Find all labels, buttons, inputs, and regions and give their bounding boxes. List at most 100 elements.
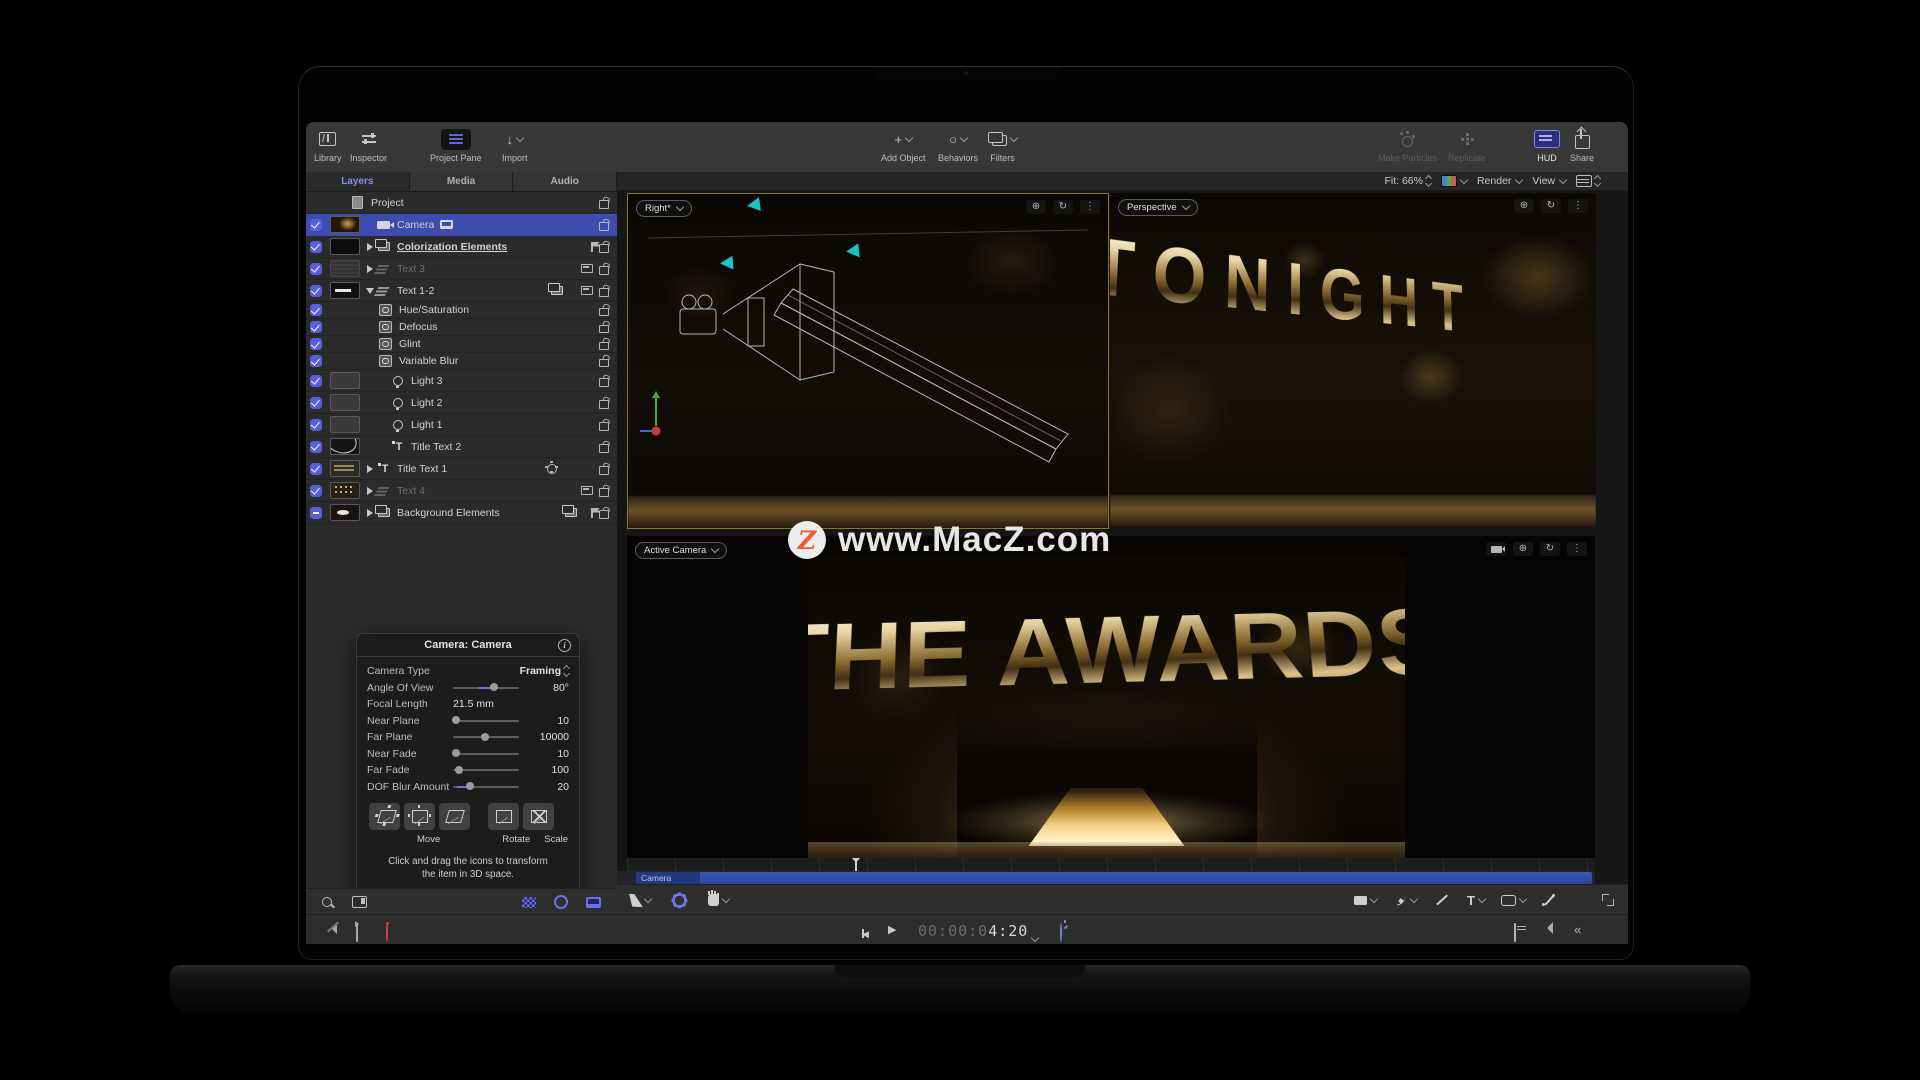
flag-icon[interactable] xyxy=(591,508,593,518)
lock-icon[interactable] xyxy=(599,466,609,475)
near-plane-slider[interactable] xyxy=(453,720,519,722)
layer-row-text-4[interactable]: Text 4 xyxy=(306,480,617,502)
adjust-tool[interactable] xyxy=(673,894,686,907)
render-menu[interactable]: Render xyxy=(1477,175,1522,187)
camera-handle-icon[interactable] xyxy=(746,197,761,213)
timecode-display[interactable]: 00:00:04:20 xyxy=(918,922,1028,940)
move-xy-handle[interactable] xyxy=(369,803,400,830)
viewport-menu-active-camera[interactable]: Active Camera xyxy=(635,542,727,559)
mask-rect-tool[interactable] xyxy=(1501,895,1526,906)
record-icon[interactable] xyxy=(386,924,396,934)
screen-icon[interactable] xyxy=(581,286,593,295)
show-filters-icon[interactable] xyxy=(586,897,601,908)
search-icon[interactable] xyxy=(322,897,332,907)
hud-toggle-icon[interactable] xyxy=(1514,924,1524,934)
screen-icon[interactable] xyxy=(581,486,593,495)
layer-row-glint[interactable]: Glint xyxy=(306,336,617,353)
layer-row-light-1[interactable]: Light 1 xyxy=(306,414,617,436)
pan-tool[interactable] xyxy=(708,894,729,906)
disclosure-triangle-icon[interactable] xyxy=(367,243,373,251)
timeline-expand-button[interactable] xyxy=(1602,894,1614,906)
layer-row-light-3[interactable]: Light 3 xyxy=(306,370,617,392)
camera-type-value[interactable]: Framing xyxy=(520,665,561,677)
lock-icon[interactable] xyxy=(599,244,609,253)
layer-row-text-3[interactable]: Text 3 xyxy=(306,258,617,280)
select-tool[interactable] xyxy=(631,894,651,907)
stepper-icon[interactable] xyxy=(1426,176,1431,186)
lock-icon[interactable] xyxy=(599,444,609,453)
layer-row-background-elements[interactable]: Background Elements xyxy=(306,502,617,524)
make-particles-button[interactable]: Make Particles xyxy=(1378,128,1437,163)
lock-icon[interactable] xyxy=(599,222,609,231)
flag-icon[interactable] xyxy=(591,242,593,252)
layer-row-project[interactable]: Project xyxy=(306,192,617,214)
visibility-checkbox[interactable] xyxy=(310,375,322,387)
position-icon[interactable]: ⊕ xyxy=(1514,199,1534,213)
mask-bezier-tool[interactable] xyxy=(1542,894,1556,906)
visibility-checkbox[interactable] xyxy=(310,485,322,497)
visibility-checkbox[interactable] xyxy=(310,338,322,350)
tab-media[interactable]: Media xyxy=(410,172,514,191)
lock-icon[interactable] xyxy=(599,308,609,317)
visibility-checkbox[interactable] xyxy=(310,355,322,367)
camera-handle-icon[interactable] xyxy=(720,256,734,271)
add-object-button[interactable]: + Add Object xyxy=(881,128,926,163)
position-icon[interactable]: ⊕ xyxy=(1026,200,1046,214)
far-plane-slider[interactable] xyxy=(453,736,519,738)
lock-icon[interactable] xyxy=(599,422,609,431)
layer-row-title-text-1[interactable]: T Title Text 1 xyxy=(306,458,617,480)
viewport-perspective[interactable]: Perspective ⊕ ↻ ⋮ TONIGHT xyxy=(1110,193,1596,527)
visibility-checkbox[interactable] xyxy=(310,463,322,475)
stepper-icon[interactable] xyxy=(1595,176,1600,186)
layout-control[interactable] xyxy=(1576,175,1600,187)
orbit-icon[interactable]: ↻ xyxy=(1053,200,1073,214)
disclosure-triangle-icon[interactable] xyxy=(367,465,373,473)
angle-of-view-slider[interactable] xyxy=(453,687,519,689)
layer-row-variable-blur[interactable]: Variable Blur xyxy=(306,353,617,370)
disclosure-triangle-icon[interactable] xyxy=(367,509,373,517)
orbit-icon[interactable]: ↻ xyxy=(1540,542,1560,556)
view-menu[interactable]: View xyxy=(1532,175,1566,187)
speaker-icon[interactable] xyxy=(1544,924,1554,934)
timeline-ruler[interactable] xyxy=(627,858,1595,871)
layer-row-defocus[interactable]: Defocus xyxy=(306,319,617,336)
viewport-right-ortho[interactable]: Right* ⊕ ↻ ⋮ xyxy=(627,193,1109,529)
dof-blur-slider[interactable] xyxy=(453,786,519,788)
viewport-menu-perspective[interactable]: Perspective xyxy=(1118,199,1198,216)
share-button[interactable]: Share xyxy=(1570,128,1594,163)
camera-handle-icon[interactable] xyxy=(845,243,859,258)
visibility-checkbox[interactable] xyxy=(310,241,322,253)
lock-icon[interactable] xyxy=(599,288,609,297)
visibility-checkbox[interactable] xyxy=(310,321,322,333)
text-tool[interactable]: T xyxy=(1467,893,1485,908)
layer-row-hue-saturation[interactable]: Hue/Saturation xyxy=(306,302,617,319)
mute-icon[interactable] xyxy=(328,924,338,934)
tab-audio[interactable]: Audio xyxy=(513,172,617,191)
lock-icon[interactable] xyxy=(599,342,609,351)
viewport-menu-right[interactable]: Right* xyxy=(636,200,692,217)
previous-frame-button[interactable]: ◀ xyxy=(862,924,872,934)
inspector-button[interactable]: Inspector xyxy=(350,128,387,163)
visibility-checkbox[interactable] xyxy=(310,304,322,316)
camera-track-bar[interactable]: Camera xyxy=(636,872,1592,884)
layer-row-colorization-elements[interactable]: Colorization Elements xyxy=(306,236,617,258)
screen-icon[interactable] xyxy=(581,264,593,273)
disclosure-triangle-icon[interactable] xyxy=(367,487,373,495)
stepper-icon[interactable] xyxy=(564,666,569,676)
stopwatch-icon[interactable] xyxy=(1060,924,1070,934)
line-tool[interactable] xyxy=(1435,899,1449,901)
viewport-active-camera[interactable]: Active Camera ⊕ ↻ ⋮ THE AWARDS xyxy=(627,536,1595,866)
orbit-icon[interactable]: ↻ xyxy=(1541,199,1561,213)
move-z-handle[interactable] xyxy=(439,803,470,830)
hud-button[interactable]: HUD xyxy=(1534,128,1560,163)
camera-view-icon[interactable] xyxy=(1486,542,1506,556)
filmstrip-icon[interactable] xyxy=(352,896,367,908)
loop-icon[interactable] xyxy=(356,924,366,934)
lock-icon[interactable] xyxy=(599,359,609,368)
visibility-checkbox[interactable] xyxy=(310,441,322,453)
lock-icon[interactable] xyxy=(599,488,609,497)
layer-row-light-2[interactable]: Light 2 xyxy=(306,392,617,414)
library-button[interactable]: Library xyxy=(314,128,342,163)
layer-row-camera[interactable]: Camera xyxy=(306,214,617,236)
lock-icon[interactable] xyxy=(599,378,609,387)
